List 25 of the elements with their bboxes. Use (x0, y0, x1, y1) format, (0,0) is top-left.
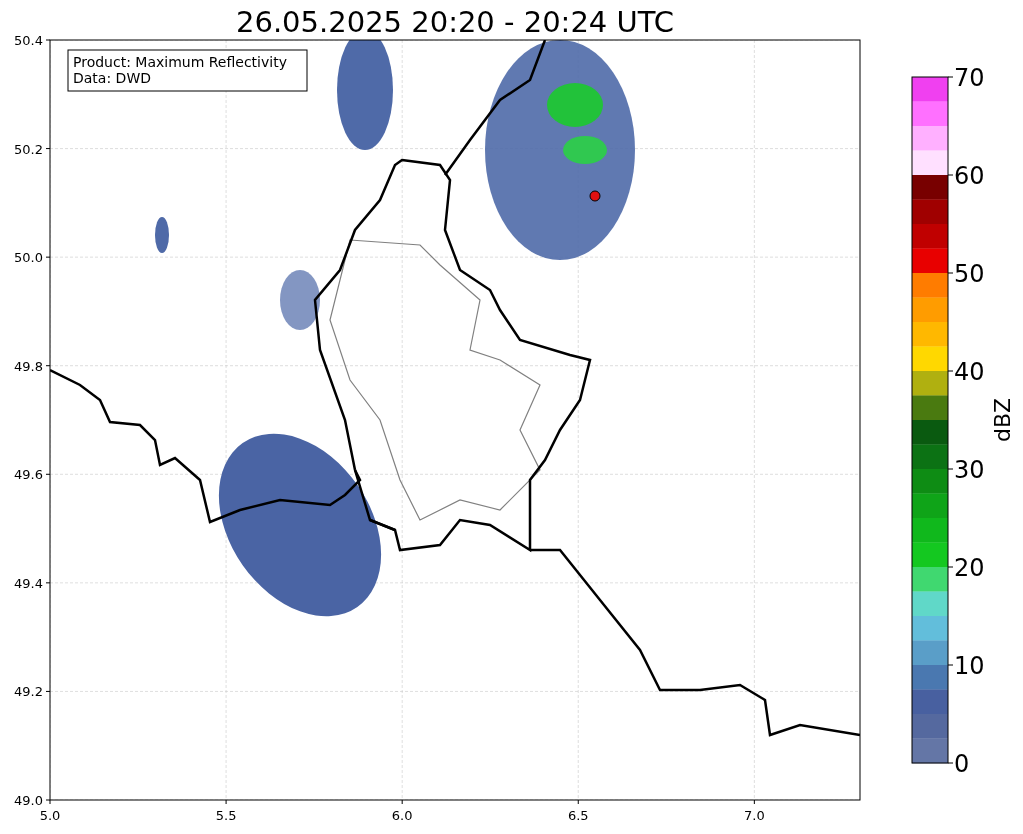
colorbar-tick-label: 40 (954, 358, 985, 386)
y-tick-label: 50.2 (14, 141, 43, 157)
x-tick-label: 7.0 (744, 808, 765, 823)
y-tick-label: 49.4 (14, 575, 43, 591)
info-text: Data: DWD (73, 70, 151, 86)
x-tick-label: 6.0 (391, 808, 413, 823)
info-text: Product: Maximum Reflectivity (73, 54, 287, 70)
y-tick-label: 49.0 (14, 793, 43, 808)
y-tick-label: 49.8 (14, 358, 43, 374)
colorbar-tick-label: 50 (954, 260, 985, 288)
colorbar-tick-label: 60 (954, 162, 985, 190)
y-tick-label: 49.6 (14, 467, 43, 483)
x-tick-label: 5.0 (39, 808, 61, 823)
x-tick-label: 5.5 (215, 808, 237, 823)
y-tick-label: 50.0 (14, 250, 43, 266)
chart-title: 26.05.2025 20:20 - 20:24 UTC (236, 5, 674, 39)
colorbar-tick-label: 10 (954, 652, 985, 680)
y-tick-label: 49.2 (14, 684, 43, 700)
y-tick-label: 50.4 (14, 33, 43, 48)
x-tick-label: 6.5 (567, 808, 589, 823)
colorbar-tick-label: 30 (954, 456, 985, 484)
colorbar-tick-label: 70 (954, 64, 985, 92)
colorbar-tick-label: 20 (954, 554, 985, 582)
colorbar-label: dBZ (990, 397, 1015, 443)
colorbar-tick-label: 0 (954, 750, 970, 778)
